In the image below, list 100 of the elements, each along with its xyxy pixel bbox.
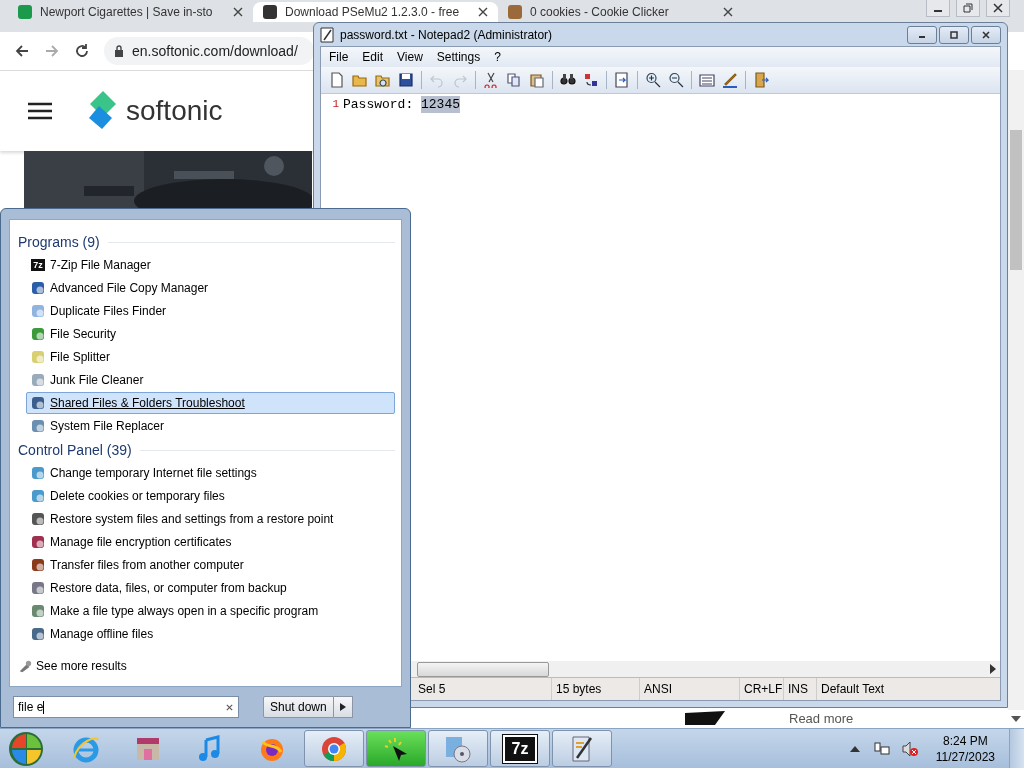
maximize-icon [949,29,959,40]
app-icon [30,418,46,434]
network-icon[interactable] [873,740,890,757]
zoom-in-icon[interactable] [645,72,661,88]
site-icon [263,5,277,19]
search-result-item[interactable]: Shared Files & Folders Troubleshoot [26,392,395,414]
copy-icon[interactable] [506,72,522,88]
address-field[interactable]: en.softonic.com/download/ [104,37,314,65]
clock[interactable]: 8:24 PM 11/27/2023 [935,732,995,765]
app-icon [30,534,46,550]
menu-item[interactable]: Edit [362,50,384,64]
scissors-icon[interactable] [483,72,499,88]
open-folder-icon[interactable] [352,72,368,88]
minimize-icon [918,36,926,38]
search-result-item[interactable]: 7z 7-Zip File Manager [26,254,395,276]
maximize-button[interactable] [939,25,969,44]
search-result-item[interactable]: Make a file type always open in a specific program [26,600,395,622]
restore-icon [963,3,973,13]
pencil-ruler-icon[interactable] [722,72,738,88]
menu-item[interactable]: File [329,50,349,64]
app-icon [30,603,46,619]
minimize-icon [934,9,942,12]
browser-tab[interactable]: Download PSeMu2 1.2.3.0 - free [253,2,498,22]
window-title: password.txt - Notepad2 (Administrator) [340,27,554,42]
app-icon [30,326,46,342]
taskbar-button[interactable]: 7z [490,730,550,767]
search-result-item[interactable]: Change temporary Internet file settings [26,462,395,484]
search-result-item[interactable]: Advanced File Copy Manager [26,277,395,299]
close-icon[interactable] [478,7,488,17]
group-heading: Control Panel (39) [18,442,132,458]
browser-tab[interactable]: Newport Cigarettes | Save in-sto [8,2,253,22]
app-icon [30,372,46,388]
close-button[interactable] [986,0,1010,17]
lock-icon [114,45,124,57]
replace-icon[interactable] [583,72,599,88]
menu-icon[interactable] [28,102,52,120]
arrow-icon [685,711,725,725]
taskbar-button[interactable] [366,730,426,767]
search-result-item[interactable]: Duplicate Files Finder [26,300,395,322]
search-result-item[interactable]: Manage offline files [26,623,395,645]
search-result-item[interactable]: System File Replacer [26,415,395,437]
binoculars-icon[interactable] [560,72,576,88]
scroll-down-icon[interactable] [1011,716,1021,722]
status-field: INS [784,678,817,700]
search-result-item[interactable]: Restore system files and settings from a restore point [26,508,395,530]
exit-door-icon[interactable] [753,72,769,88]
folder-search-icon[interactable] [375,72,391,88]
search-result-item[interactable]: Transfer files from another computer [26,554,395,576]
read-more-link[interactable]: Read more [789,710,854,726]
app-icon [30,488,46,504]
search-result-item[interactable]: Restore data, files, or computer from backup [26,577,395,599]
app-icon [30,557,46,573]
search-result-item[interactable]: Manage file encryption certificates [26,531,395,553]
list-window-icon[interactable] [699,72,715,88]
caret-icon [339,702,346,712]
minimize-button[interactable] [926,0,950,17]
shut-down-options-button[interactable] [333,696,353,718]
taskbar-button[interactable] [552,730,612,767]
clear-icon[interactable] [225,702,234,712]
search-result-item[interactable]: File Splitter [26,346,395,368]
browser-tab[interactable]: 0 cookies - Cookie Clicker [498,2,743,22]
new-file-icon[interactable] [329,72,345,88]
menu-item[interactable]: View [397,50,423,64]
site-icon [18,5,32,19]
close-button[interactable] [971,25,1001,44]
app-icon [30,280,46,296]
shut-down-button[interactable]: Shut down [263,696,334,718]
status-field: CR+LF [740,678,784,700]
close-icon[interactable] [233,7,243,17]
scrollbar-thumb[interactable] [417,661,549,677]
app-icon [30,511,46,527]
app-icon: 7z [31,259,45,271]
site-logo-text[interactable]: softonic [126,95,223,127]
minimize-button[interactable] [907,25,937,44]
restore-button[interactable] [956,0,980,17]
search-result-item[interactable]: Junk File Cleaner [26,369,395,391]
see-more-link[interactable]: See more results [18,646,127,686]
muted-speaker-icon[interactable] [901,740,918,757]
back-icon[interactable] [14,43,30,59]
app-icon [30,303,46,319]
menu-item[interactable]: Settings [436,50,481,64]
reload-icon[interactable] [74,43,90,59]
save-icon[interactable] [398,72,414,88]
zoom-out-icon[interactable] [668,72,684,88]
app-icon [30,465,46,481]
zip-logo: 7z [503,734,537,763]
line-number: 1 [331,97,340,112]
scroll-right-icon[interactable] [990,664,996,674]
search-result-item[interactable]: File Security [26,323,395,345]
diamond-logo-icon [88,91,118,131]
close-icon[interactable] [723,7,733,17]
show-hidden-icons-icon[interactable] [849,745,860,752]
selected-text: 12345 [421,96,461,113]
paste-icon[interactable] [529,72,545,88]
site-icon [508,5,522,19]
scrollbar[interactable] [1008,70,1024,710]
menu-item[interactable]: ? [494,50,501,64]
search-field[interactable]: file e [13,696,239,718]
text-line: Password: [343,96,415,113]
search-result-item[interactable]: Delete cookies or temporary files [26,485,395,507]
